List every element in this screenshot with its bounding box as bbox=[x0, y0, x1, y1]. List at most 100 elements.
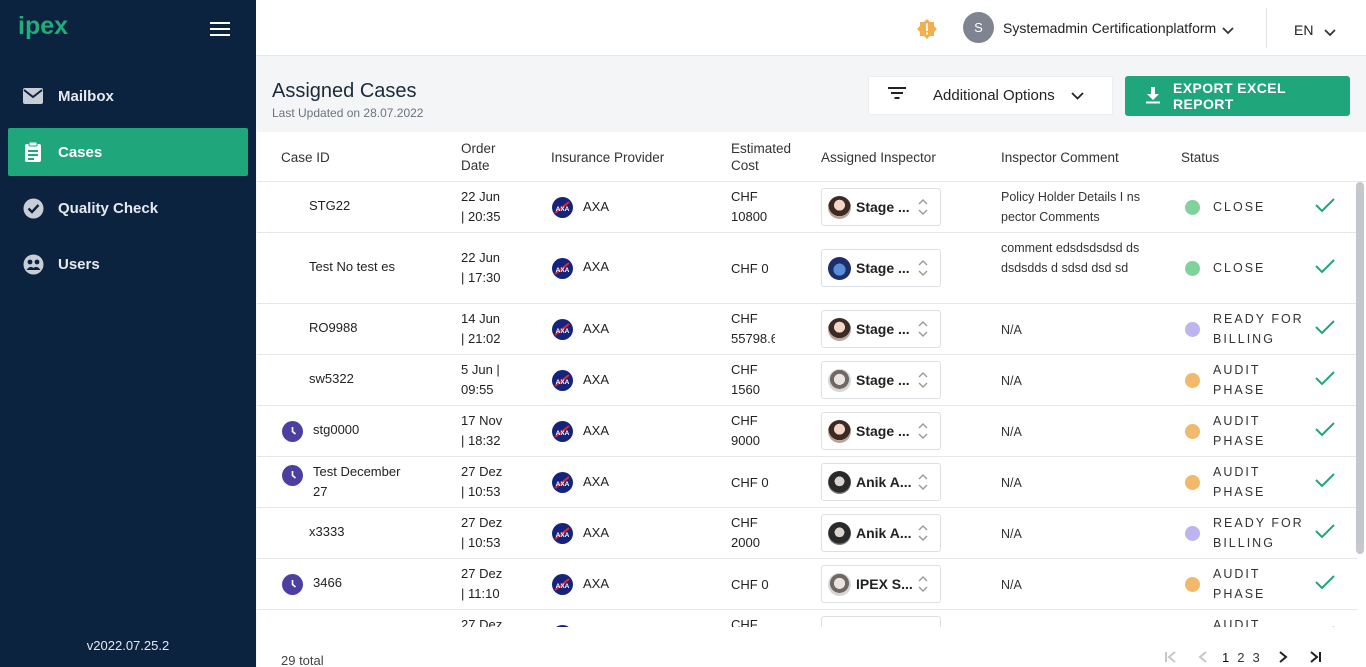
approve-check-icon[interactable] bbox=[1315, 197, 1335, 216]
table-row[interactable]: 27 Dez CHF AUDIT bbox=[257, 610, 1357, 627]
svg-text:AXA: AXA bbox=[556, 481, 570, 488]
alert-icon[interactable] bbox=[916, 18, 938, 40]
header-status[interactable]: Status bbox=[1181, 149, 1219, 166]
order-time: | 21:02 bbox=[461, 331, 501, 346]
language-select[interactable]: EN bbox=[1294, 22, 1313, 38]
table-row[interactable]: x3333 27 Dez | 10:53 AXA AXA CHF 2000 An… bbox=[257, 508, 1357, 559]
case-id[interactable]: stg0000 bbox=[313, 420, 359, 440]
status-text: CLOSE bbox=[1213, 200, 1266, 214]
page-number[interactable]: 3 bbox=[1252, 650, 1259, 665]
order-date: 27 Dez bbox=[461, 566, 503, 581]
insurance-provider: AXA bbox=[583, 372, 610, 387]
status-dot bbox=[1185, 373, 1200, 388]
sidebar: ipex Mailbox Cases Quality Check Users v… bbox=[0, 0, 256, 667]
inspector-select[interactable]: Stage ... bbox=[821, 361, 941, 399]
status-dot bbox=[1185, 322, 1200, 337]
status-text-2: PHASE bbox=[1213, 587, 1266, 601]
case-id[interactable]: x3333 bbox=[309, 522, 344, 542]
username[interactable]: Systemadmin Certificationplatform bbox=[1003, 20, 1216, 36]
approve-check-icon[interactable] bbox=[1315, 319, 1335, 338]
header-estimated-cost-1[interactable]: Estimated bbox=[731, 140, 791, 157]
menu-toggle-icon[interactable] bbox=[210, 22, 230, 38]
clock-icon bbox=[282, 421, 303, 442]
approve-check-icon[interactable] bbox=[1315, 258, 1335, 277]
table-header: Case ID Order Date Insurance Provider Es… bbox=[257, 132, 1366, 182]
last-updated-text: Last Updated on 28.07.2022 bbox=[272, 106, 424, 120]
case-id[interactable]: Test December bbox=[313, 462, 400, 482]
status-text-2: PHASE bbox=[1213, 383, 1266, 397]
case-id[interactable]: Test No test es bbox=[309, 257, 395, 277]
inspector-select[interactable]: Stage ... bbox=[821, 412, 941, 450]
axa-logo-icon: AXA bbox=[552, 258, 573, 279]
estimated-cost: CHF bbox=[731, 362, 758, 377]
header-insurance-provider[interactable]: Insurance Provider bbox=[551, 149, 664, 166]
inspector-select[interactable]: Anik A... bbox=[821, 463, 941, 501]
export-excel-button[interactable]: EXPORT EXCEL REPORT bbox=[1125, 76, 1350, 116]
header-estimated-cost-2[interactable]: Cost bbox=[731, 157, 759, 174]
status-dot bbox=[1185, 526, 1200, 541]
clock-icon bbox=[282, 465, 303, 486]
inspector-select[interactable]: Stage ... bbox=[821, 310, 941, 348]
approve-check-icon[interactable] bbox=[1315, 421, 1335, 440]
inspector-name: Stage ... bbox=[856, 199, 910, 215]
approve-check-icon[interactable] bbox=[1315, 523, 1335, 542]
table-row[interactable]: Test December 27 27 Dez | 10:53 AXA AXA … bbox=[257, 457, 1357, 508]
sidebar-item-users[interactable]: Users bbox=[8, 240, 248, 288]
inspector-avatar bbox=[828, 420, 851, 443]
ipex-logo[interactable]: ipex bbox=[18, 12, 68, 41]
sidebar-nav: Mailbox Cases Quality Check Users bbox=[8, 72, 248, 296]
inspector-select[interactable] bbox=[821, 616, 941, 627]
chevron-down-icon[interactable] bbox=[1222, 22, 1234, 40]
select-arrows-icon bbox=[918, 319, 928, 342]
case-id[interactable]: sw5322 bbox=[309, 369, 354, 389]
table-row[interactable]: stg0000 17 Nov | 18:32 AXA AXA CHF 9000 … bbox=[257, 406, 1357, 457]
approve-check-icon[interactable] bbox=[1315, 574, 1335, 593]
table-row[interactable]: 3466 27 Dez | 11:10 AXA AXA CHF 0 IPEX S… bbox=[257, 559, 1357, 610]
case-id-line-2[interactable]: 27 bbox=[313, 482, 327, 502]
page-number[interactable]: 2 bbox=[1237, 650, 1244, 665]
case-id[interactable]: RO9988 bbox=[309, 318, 357, 338]
header-order-date-1[interactable]: Order bbox=[461, 140, 496, 157]
order-time: | 18:32 bbox=[461, 433, 501, 448]
additional-options-dropdown[interactable]: Additional Options bbox=[868, 76, 1113, 115]
header-case-id[interactable]: Case ID bbox=[281, 149, 330, 166]
last-page-icon[interactable] bbox=[1308, 651, 1322, 663]
estimated-cost: CHF 0 bbox=[731, 475, 769, 490]
inspector-select[interactable]: Anik A... bbox=[821, 514, 941, 552]
sidebar-item-mailbox[interactable]: Mailbox bbox=[8, 72, 248, 120]
sidebar-item-cases[interactable]: Cases bbox=[8, 128, 248, 176]
inspector-avatar bbox=[828, 318, 851, 341]
approve-check-icon[interactable] bbox=[1315, 370, 1335, 389]
order-time: | 11:10 bbox=[461, 586, 500, 601]
header-assigned-inspector[interactable]: Assigned Inspector bbox=[821, 149, 936, 166]
inspector-comment: N/A bbox=[1001, 527, 1022, 541]
table-row[interactable]: Test No test es 22 Jun | 17:30 AXA AXA C… bbox=[257, 233, 1357, 304]
inspector-comment: N/A bbox=[1001, 425, 1022, 439]
avatar[interactable]: S bbox=[963, 12, 994, 43]
approve-check-icon[interactable] bbox=[1315, 625, 1335, 627]
chevron-down-icon[interactable] bbox=[1324, 24, 1336, 42]
approve-check-icon[interactable] bbox=[1315, 472, 1335, 491]
table-row[interactable]: STG22 22 Jun | 20:35 AXA AXA CHF 10800 S… bbox=[257, 182, 1357, 233]
header-inspector-comment[interactable]: Inspector Comment bbox=[1001, 149, 1119, 166]
sidebar-item-quality-check[interactable]: Quality Check bbox=[8, 184, 248, 232]
first-page-icon[interactable] bbox=[1164, 651, 1178, 663]
svg-text:AXA: AXA bbox=[556, 206, 570, 213]
case-id[interactable]: STG22 bbox=[309, 196, 350, 216]
inspector-select[interactable]: Stage ... bbox=[821, 188, 941, 226]
case-id[interactable]: 3466 bbox=[313, 573, 342, 593]
order-date: 22 Jun bbox=[461, 189, 501, 204]
previous-page-icon[interactable] bbox=[1198, 651, 1208, 663]
page-number[interactable]: 1 bbox=[1222, 650, 1229, 665]
inspector-select[interactable]: Stage ... bbox=[821, 249, 941, 287]
insurance-provider: AXA bbox=[583, 423, 610, 438]
table-scrollbar[interactable] bbox=[1356, 182, 1364, 554]
inspector-select[interactable]: IPEX S... bbox=[821, 565, 941, 603]
inspector-avatar bbox=[828, 369, 851, 392]
status-dot bbox=[1185, 261, 1200, 276]
axa-logo-icon: AXA bbox=[552, 523, 573, 544]
header-order-date-2[interactable]: Date bbox=[461, 157, 490, 174]
table-row[interactable]: sw5322 5 Jun | 09:55 AXA AXA CHF 1560 St… bbox=[257, 355, 1357, 406]
next-page-icon[interactable] bbox=[1278, 651, 1288, 663]
table-row[interactable]: RO9988 14 Jun | 21:02 AXA AXA CHF 55798.… bbox=[257, 304, 1357, 355]
